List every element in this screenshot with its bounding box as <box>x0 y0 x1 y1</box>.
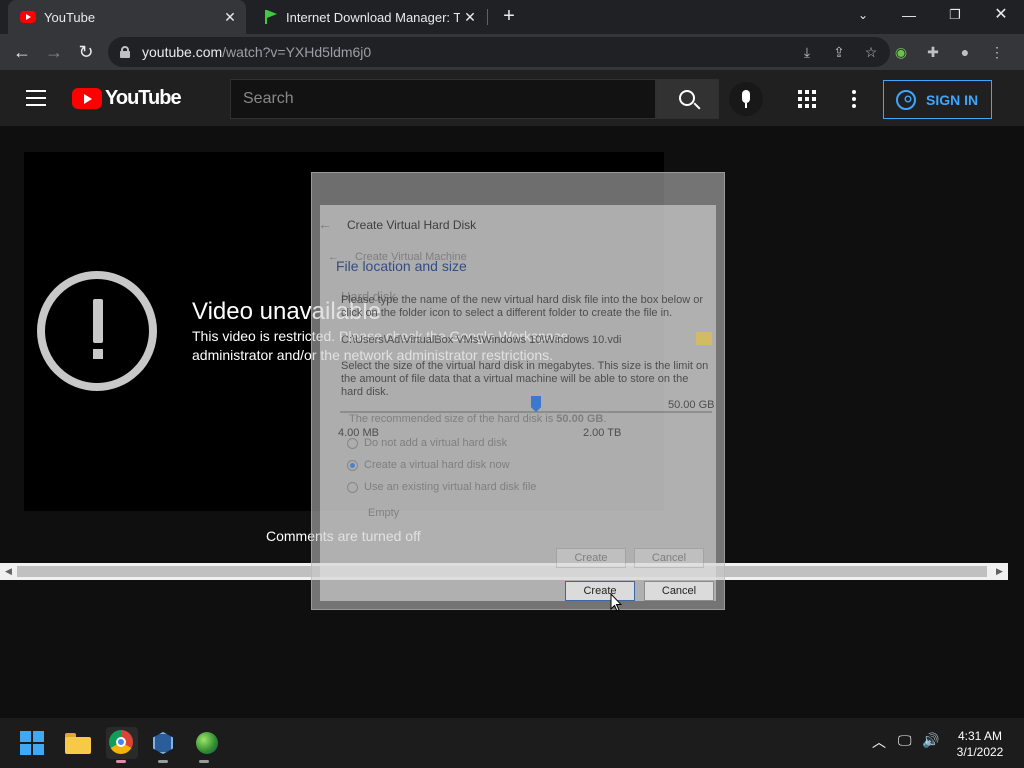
user-circle-icon <box>896 89 916 110</box>
max-size-label: 2.00 TB <box>583 427 622 439</box>
browser-tabstrip: YouTube ✕ Internet Download Manager: The… <box>0 0 1024 34</box>
youtube-play-icon <box>72 88 102 109</box>
clock[interactable]: 4:31 AM 3/1/2022 <box>950 728 1010 760</box>
mouse-cursor-icon <box>610 593 622 612</box>
sign-in-button[interactable]: SIGN IN <box>883 80 992 119</box>
virtualbox-icon[interactable] <box>148 728 178 758</box>
install-app-icon[interactable]: ⤓ <box>798 43 816 61</box>
create-button[interactable]: Create <box>565 581 635 601</box>
sign-in-label: SIGN IN <box>926 91 979 108</box>
url-text: youtube.com/watch?v=YXHd5ldm6j0 <box>142 44 372 60</box>
close-window-icon[interactable]: ✕ <box>978 0 1024 30</box>
search-input[interactable]: Search <box>230 79 656 119</box>
size-instructions: Select the size of the virtual hard disk… <box>341 360 709 398</box>
new-tab-icon[interactable]: + <box>498 5 520 27</box>
apps-grid-icon[interactable] <box>798 90 816 108</box>
address-bar[interactable]: youtube.com/watch?v=YXHd5ldm6j0 ⤓ ⇪ ☆ <box>108 37 890 67</box>
existing-disk-select[interactable]: Empty <box>368 507 399 519</box>
share-icon[interactable]: ⇪ <box>830 43 848 61</box>
forward-arrow-icon[interactable]: → <box>40 38 68 66</box>
close-tab-icon[interactable]: ✕ <box>220 9 240 26</box>
cancel-button[interactable]: Cancel <box>644 581 714 601</box>
option-label: Use an existing virtual hard disk file <box>364 481 537 493</box>
tab-search-chevron-icon[interactable]: ⌄ <box>840 0 886 30</box>
network-icon[interactable]: 🖵 <box>898 732 912 749</box>
tab-title: Internet Download Manager: The <box>286 9 460 25</box>
idm-extension-icon[interactable]: ◉ <box>892 43 910 61</box>
tab-title: YouTube <box>44 9 96 25</box>
search-icon <box>679 90 695 106</box>
voice-search-button[interactable] <box>729 82 763 116</box>
screen: YouTube ✕ Internet Download Manager: The… <box>0 0 1024 768</box>
chevron-up-icon[interactable]: ︿ <box>872 732 886 752</box>
chrome-icon[interactable] <box>106 727 138 759</box>
browser-toolbar: ← → ↻ youtube.com/watch?v=YXHd5ldm6j0 ⤓ … <box>0 34 1024 70</box>
cancel-button-ghost: Cancel <box>634 548 704 568</box>
idm-icon[interactable] <box>193 728 223 758</box>
size-value[interactable]: 50.00 GB <box>668 399 714 411</box>
search-placeholder: Search <box>243 90 294 107</box>
recommended-text: The recommended size of the hard disk is… <box>349 413 607 425</box>
exclamation-circle-icon <box>37 271 157 391</box>
option-label: Do not add a virtual hard disk <box>364 437 508 449</box>
option-label: Create a virtual hard disk now <box>364 459 510 471</box>
reload-icon[interactable]: ↻ <box>72 38 100 66</box>
youtube-header: YouTube Search SIGN IN <box>0 70 1024 126</box>
back-arrow-icon[interactable]: ← <box>318 216 332 232</box>
chrome-menu-icon[interactable]: ⋮ <box>988 43 1006 61</box>
dialog-title: Create Virtual Hard Disk <box>347 218 477 232</box>
tab-idm[interactable]: Internet Download Manager: The ✕ <box>250 0 486 34</box>
section-heading: File location and size <box>336 258 467 274</box>
close-tab-icon[interactable]: ✕ <box>460 9 480 26</box>
clock-time: 4:31 AM <box>957 729 1003 743</box>
profile-icon[interactable]: ● <box>956 43 974 61</box>
bookmark-star-icon[interactable]: ☆ <box>862 43 880 61</box>
restore-icon[interactable]: ❐ <box>932 0 978 30</box>
folder-icon[interactable] <box>696 332 712 345</box>
idm-flag-icon <box>262 9 278 25</box>
radio-existing-disk[interactable] <box>347 482 358 493</box>
taskbar: ︿ 🖵 🔊 4:31 AM 3/1/2022 <box>0 718 1024 768</box>
youtube-logo-text: YouTube <box>105 87 182 109</box>
scroll-right-arrow-icon[interactable]: ▶ <box>991 563 1008 580</box>
volume-icon[interactable]: 🔊 <box>922 732 939 749</box>
file-path-input[interactable]: C:\Users\Ad\VirtualBox VMs\Windows 10\Wi… <box>341 334 693 346</box>
location-instructions: Please type the name of the new virtual … <box>341 294 703 319</box>
microphone-icon <box>742 90 750 108</box>
minimize-icon[interactable]: — <box>886 0 932 30</box>
extensions-puzzle-icon[interactable]: ✚ <box>924 43 942 61</box>
youtube-favicon-icon <box>20 9 36 25</box>
youtube-logo[interactable]: YouTube <box>72 87 182 110</box>
tab-youtube[interactable]: YouTube ✕ <box>8 0 246 34</box>
radio-no-disk[interactable] <box>347 438 358 449</box>
scroll-left-arrow-icon[interactable]: ◀ <box>0 563 17 580</box>
back-arrow-icon[interactable]: ← <box>8 38 36 66</box>
create-button-ghost: Create <box>556 548 626 568</box>
windows-start-icon[interactable] <box>20 731 44 755</box>
settings-kebab-icon[interactable] <box>852 90 856 108</box>
radio-create-disk[interactable] <box>347 460 358 471</box>
lock-icon[interactable] <box>120 46 130 58</box>
file-explorer-icon[interactable] <box>64 728 94 758</box>
clock-date: 3/1/2022 <box>956 745 1004 759</box>
search-button[interactable] <box>656 79 719 119</box>
hamburger-menu-icon[interactable] <box>26 90 46 106</box>
